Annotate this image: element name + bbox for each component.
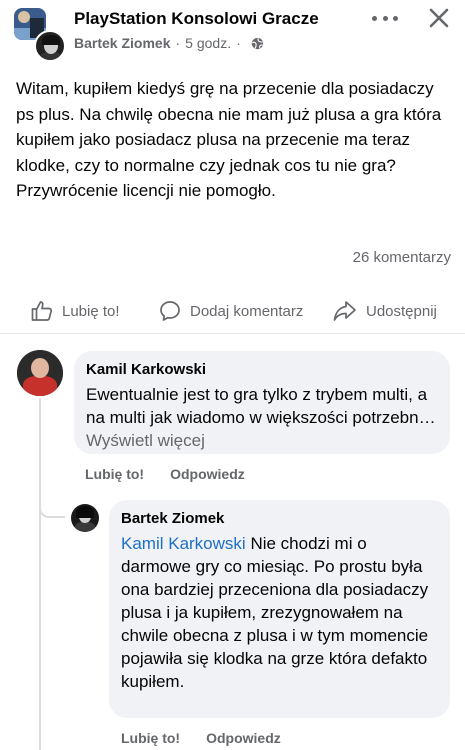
group-name[interactable]: PlayStation Konsolowi Gracze [74,9,319,29]
post-text: Witam, kupiłem kiedyś grę na przecenie d… [16,79,442,200]
comment-bubble-icon [160,301,180,321]
post-action-bar: Lubię to! Dodaj komentarz Udostępnij [0,290,465,334]
reply-mention[interactable]: Kamil Karkowski [121,534,246,553]
reply-bubble: Bartek Ziomek Kamil Karkowski Nie chodzi… [109,500,450,718]
thread-line [39,398,41,750]
post-time[interactable]: 5 godz. [185,35,231,51]
comment-bubble: Kamil Karkowski Ewentualnie jest to gra … [74,351,450,454]
close-icon[interactable] [428,7,450,29]
comment-actions: Lubię to! Odpowiedz [85,466,245,482]
like-label: Lubię to! [62,302,120,320]
reply-body: Nie chodzi mi o darmowe gry co miesiąc. … [121,534,429,691]
comment-body: Ewentualnie jest to gra tylko z trybem m… [86,385,436,427]
author-avatar[interactable] [34,30,66,62]
more-options-icon[interactable] [372,10,398,26]
see-more-link[interactable]: Wyświetl więcej [86,431,205,450]
globe-icon [251,37,264,49]
comment-button[interactable]: Dodaj komentarz [158,298,303,324]
reply-reply-button[interactable]: Odpowiedz [206,730,281,746]
reply-actions: Lubię to! Odpowiedz [121,730,281,746]
reply-author[interactable]: Bartek Ziomek [121,509,438,529]
comment-text: Ewentualnie jest to gra tylko z trybem m… [86,383,438,452]
reply-branch-line [39,496,65,518]
reply-text: Kamil Karkowski Nie chodzi mi o darmowe … [121,532,438,693]
meta-separator-2: · [236,35,241,51]
comment-label: Dodaj komentarz [190,302,304,320]
share-button[interactable]: Udostępnij [332,298,437,324]
post-author[interactable]: Bartek Ziomek [74,35,170,51]
comment-reply-button[interactable]: Odpowiedz [170,466,245,482]
like-button[interactable]: Lubię to! [30,298,120,324]
post-header: PlayStation Konsolowi Gracze Bartek Ziom… [0,0,465,64]
share-arrow-icon [333,301,356,321]
reply-author-avatar[interactable] [71,504,99,532]
thumbs-up-icon [31,301,53,321]
reply-like-button[interactable]: Lubię to! [121,730,180,746]
share-label: Udostępnij [366,302,437,320]
post-meta: Bartek Ziomek · 5 godz. · [74,35,264,51]
comment-like-button[interactable]: Lubię to! [85,466,144,482]
comment-count[interactable]: 26 komentarzy [353,249,451,266]
comment-author[interactable]: Kamil Karkowski [86,360,438,380]
commenter-avatar[interactable] [17,350,63,396]
meta-separator: · [175,35,181,51]
